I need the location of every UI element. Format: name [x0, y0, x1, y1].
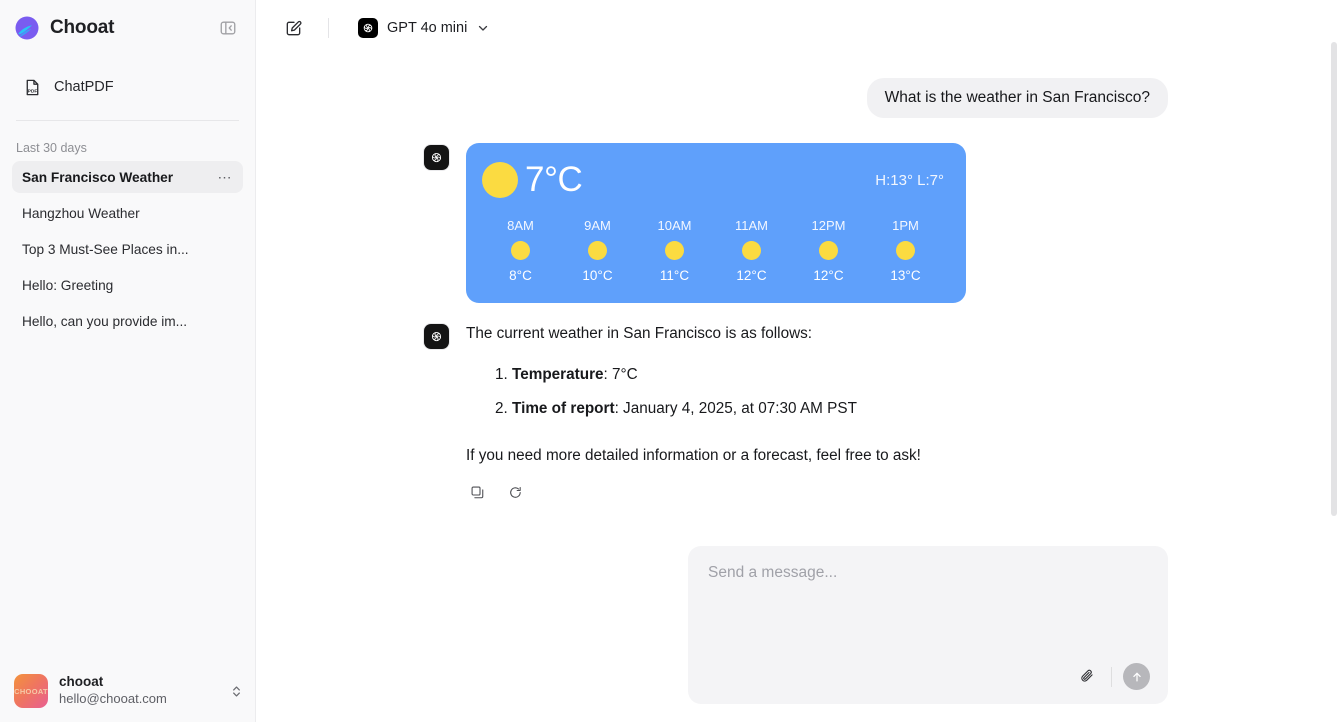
chat-item-title: Hangzhou Weather	[22, 205, 140, 221]
model-selector[interactable]: GPT 4o mini	[349, 13, 499, 43]
openai-logo-icon	[424, 324, 449, 349]
sidebar-item-chatpdf[interactable]: PDF ChatPDF	[14, 70, 241, 104]
send-arrow-up-icon[interactable]	[1123, 663, 1150, 690]
weather-hour-temp: 13°C	[890, 268, 921, 283]
chat-item-title: Hello: Greeting	[22, 277, 114, 293]
assistant-weather-row: 7°C H:13° L:7° 8AM 8°C 9AM 10°C 10AM 11°…	[424, 143, 1168, 303]
weather-high-low: H:13° L:7°	[875, 171, 944, 189]
brand-name: Chooat	[50, 17, 115, 38]
avatar-label: CHOOAT	[14, 686, 48, 696]
weather-hour-cell: 9AM 10°C	[559, 218, 636, 283]
weather-hour-time: 11AM	[735, 218, 768, 233]
regenerate-icon[interactable]	[504, 481, 526, 503]
list-item-value: : 7°C	[603, 365, 638, 383]
weather-current-temp: 7°C	[525, 160, 583, 199]
weather-hour-cell: 10AM 11°C	[636, 218, 713, 283]
weather-card-header: 7°C H:13° L:7°	[482, 160, 944, 200]
list-item-value: : January 4, 2025, at 07:30 AM PST	[614, 399, 857, 417]
more-options-icon[interactable]: ⋯	[212, 170, 234, 184]
sun-icon	[896, 241, 915, 260]
composer-placeholder: Send a message...	[708, 564, 838, 581]
model-name: GPT 4o mini	[387, 20, 468, 36]
chat-item-san-francisco-weather[interactable]: San Francisco Weather ⋯	[12, 161, 243, 193]
chevron-up-down-icon[interactable]	[229, 684, 244, 699]
chat-item-top-3-places[interactable]: Top 3 Must-See Places in...	[12, 233, 243, 265]
assistant-intro: The current weather in San Francisco is …	[466, 325, 813, 342]
weather-hour-time: 12PM	[811, 218, 846, 233]
weather-hour-cell: 1PM 13°C	[867, 218, 944, 283]
composer-wrapper: Send a message...	[688, 546, 1168, 704]
paperclip-icon[interactable]	[1074, 664, 1100, 690]
main-panel: GPT 4o mini What is the weather in San F…	[256, 0, 1344, 722]
weather-hourly-forecast: 8AM 8°C 9AM 10°C 10AM 11°C 11AM 12°C 12P…	[482, 218, 944, 283]
top-bar-divider	[328, 18, 329, 38]
sun-icon	[742, 241, 761, 260]
assistant-text-row: The current weather in San Francisco is …	[424, 322, 1168, 503]
chat-history-list: San Francisco Weather ⋯ Hangzhou Weather…	[0, 161, 255, 341]
weather-hour-time: 1PM	[892, 218, 919, 233]
weather-hour-cell: 8AM 8°C	[482, 218, 559, 283]
message-composer[interactable]: Send a message...	[688, 546, 1168, 704]
openai-logo-icon	[358, 18, 378, 38]
panel-collapse-icon[interactable]	[217, 17, 239, 39]
user-message-bubble: What is the weather in San Francisco?	[866, 78, 1168, 118]
composer-divider	[1111, 666, 1112, 687]
user-message-row: What is the weather in San Francisco?	[424, 78, 1168, 118]
list-item-label: Time of report	[512, 399, 615, 417]
pdf-file-icon: PDF	[22, 77, 42, 97]
account-switcher[interactable]: CHOOAT chooat hello@chooat.com	[0, 664, 256, 722]
sun-icon	[511, 241, 530, 260]
svg-text:PDF: PDF	[27, 88, 37, 94]
app-root: Chooat PDF ChatPDF Last 30 days San Fran…	[0, 0, 1344, 722]
sidebar: Chooat PDF ChatPDF Last 30 days San Fran…	[0, 0, 256, 722]
copy-icon[interactable]	[466, 481, 488, 503]
chat-item-title: Top 3 Must-See Places in...	[22, 241, 189, 257]
weather-hour-cell: 11AM 12°C	[713, 218, 790, 283]
assistant-text-body: The current weather in San Francisco is …	[466, 322, 1168, 503]
weather-hour-temp: 10°C	[582, 268, 613, 283]
sun-icon	[588, 241, 607, 260]
list-item: Time of report: January 4, 2025, at 07:3…	[512, 400, 1168, 418]
chevron-down-icon[interactable]	[476, 21, 490, 35]
composer-tools	[1074, 663, 1150, 690]
sun-icon	[482, 162, 518, 198]
weather-hour-temp: 12°C	[736, 268, 767, 283]
weather-hour-temp: 11°C	[659, 268, 690, 283]
chat-item-hello-greeting[interactable]: Hello: Greeting	[12, 269, 243, 301]
chat-item-hello-provide[interactable]: Hello, can you provide im...	[12, 305, 243, 337]
chat-item-title: San Francisco Weather	[22, 169, 174, 185]
list-item-label: Temperature	[512, 365, 604, 383]
weather-hour-temp: 8°C	[509, 268, 532, 283]
assistant-detail-list: Temperature: 7°C Time of report: January…	[466, 366, 1168, 418]
weather-hour-cell: 12PM 12°C	[790, 218, 867, 283]
openai-logo-icon	[424, 145, 449, 170]
new-chat-edit-icon[interactable]	[278, 13, 308, 43]
weather-hour-time: 8AM	[507, 218, 534, 233]
sun-icon	[665, 241, 684, 260]
chat-item-hangzhou-weather[interactable]: Hangzhou Weather	[12, 197, 243, 229]
assistant-weather-body: 7°C H:13° L:7° 8AM 8°C 9AM 10°C 10AM 11°…	[466, 143, 1168, 303]
account-meta: chooat hello@chooat.com	[59, 674, 167, 707]
sun-icon	[819, 241, 838, 260]
vertical-scrollbar[interactable]	[1331, 42, 1337, 516]
sidebar-header: Chooat	[0, 0, 255, 56]
chat-item-title: Hello, can you provide im...	[22, 313, 188, 329]
list-item: Temperature: 7°C	[512, 366, 1168, 384]
top-bar: GPT 4o mini	[256, 0, 1344, 56]
weather-hour-time: 9AM	[584, 218, 611, 233]
account-email: hello@chooat.com	[59, 691, 167, 707]
sidebar-divider	[16, 120, 239, 121]
weather-card: 7°C H:13° L:7° 8AM 8°C 9AM 10°C 10AM 11°…	[466, 143, 966, 303]
assistant-message-actions	[466, 481, 1168, 503]
chat-group-label: Last 30 days	[16, 141, 87, 155]
sidebar-item-label: ChatPDF	[54, 79, 114, 95]
avatar: CHOOAT	[14, 674, 48, 708]
account-name: chooat	[59, 674, 104, 690]
chooat-logo-icon	[14, 15, 40, 41]
weather-hour-time: 10AM	[657, 218, 692, 233]
assistant-outro: If you need more detailed information or…	[466, 446, 921, 464]
weather-hour-temp: 12°C	[813, 268, 844, 283]
